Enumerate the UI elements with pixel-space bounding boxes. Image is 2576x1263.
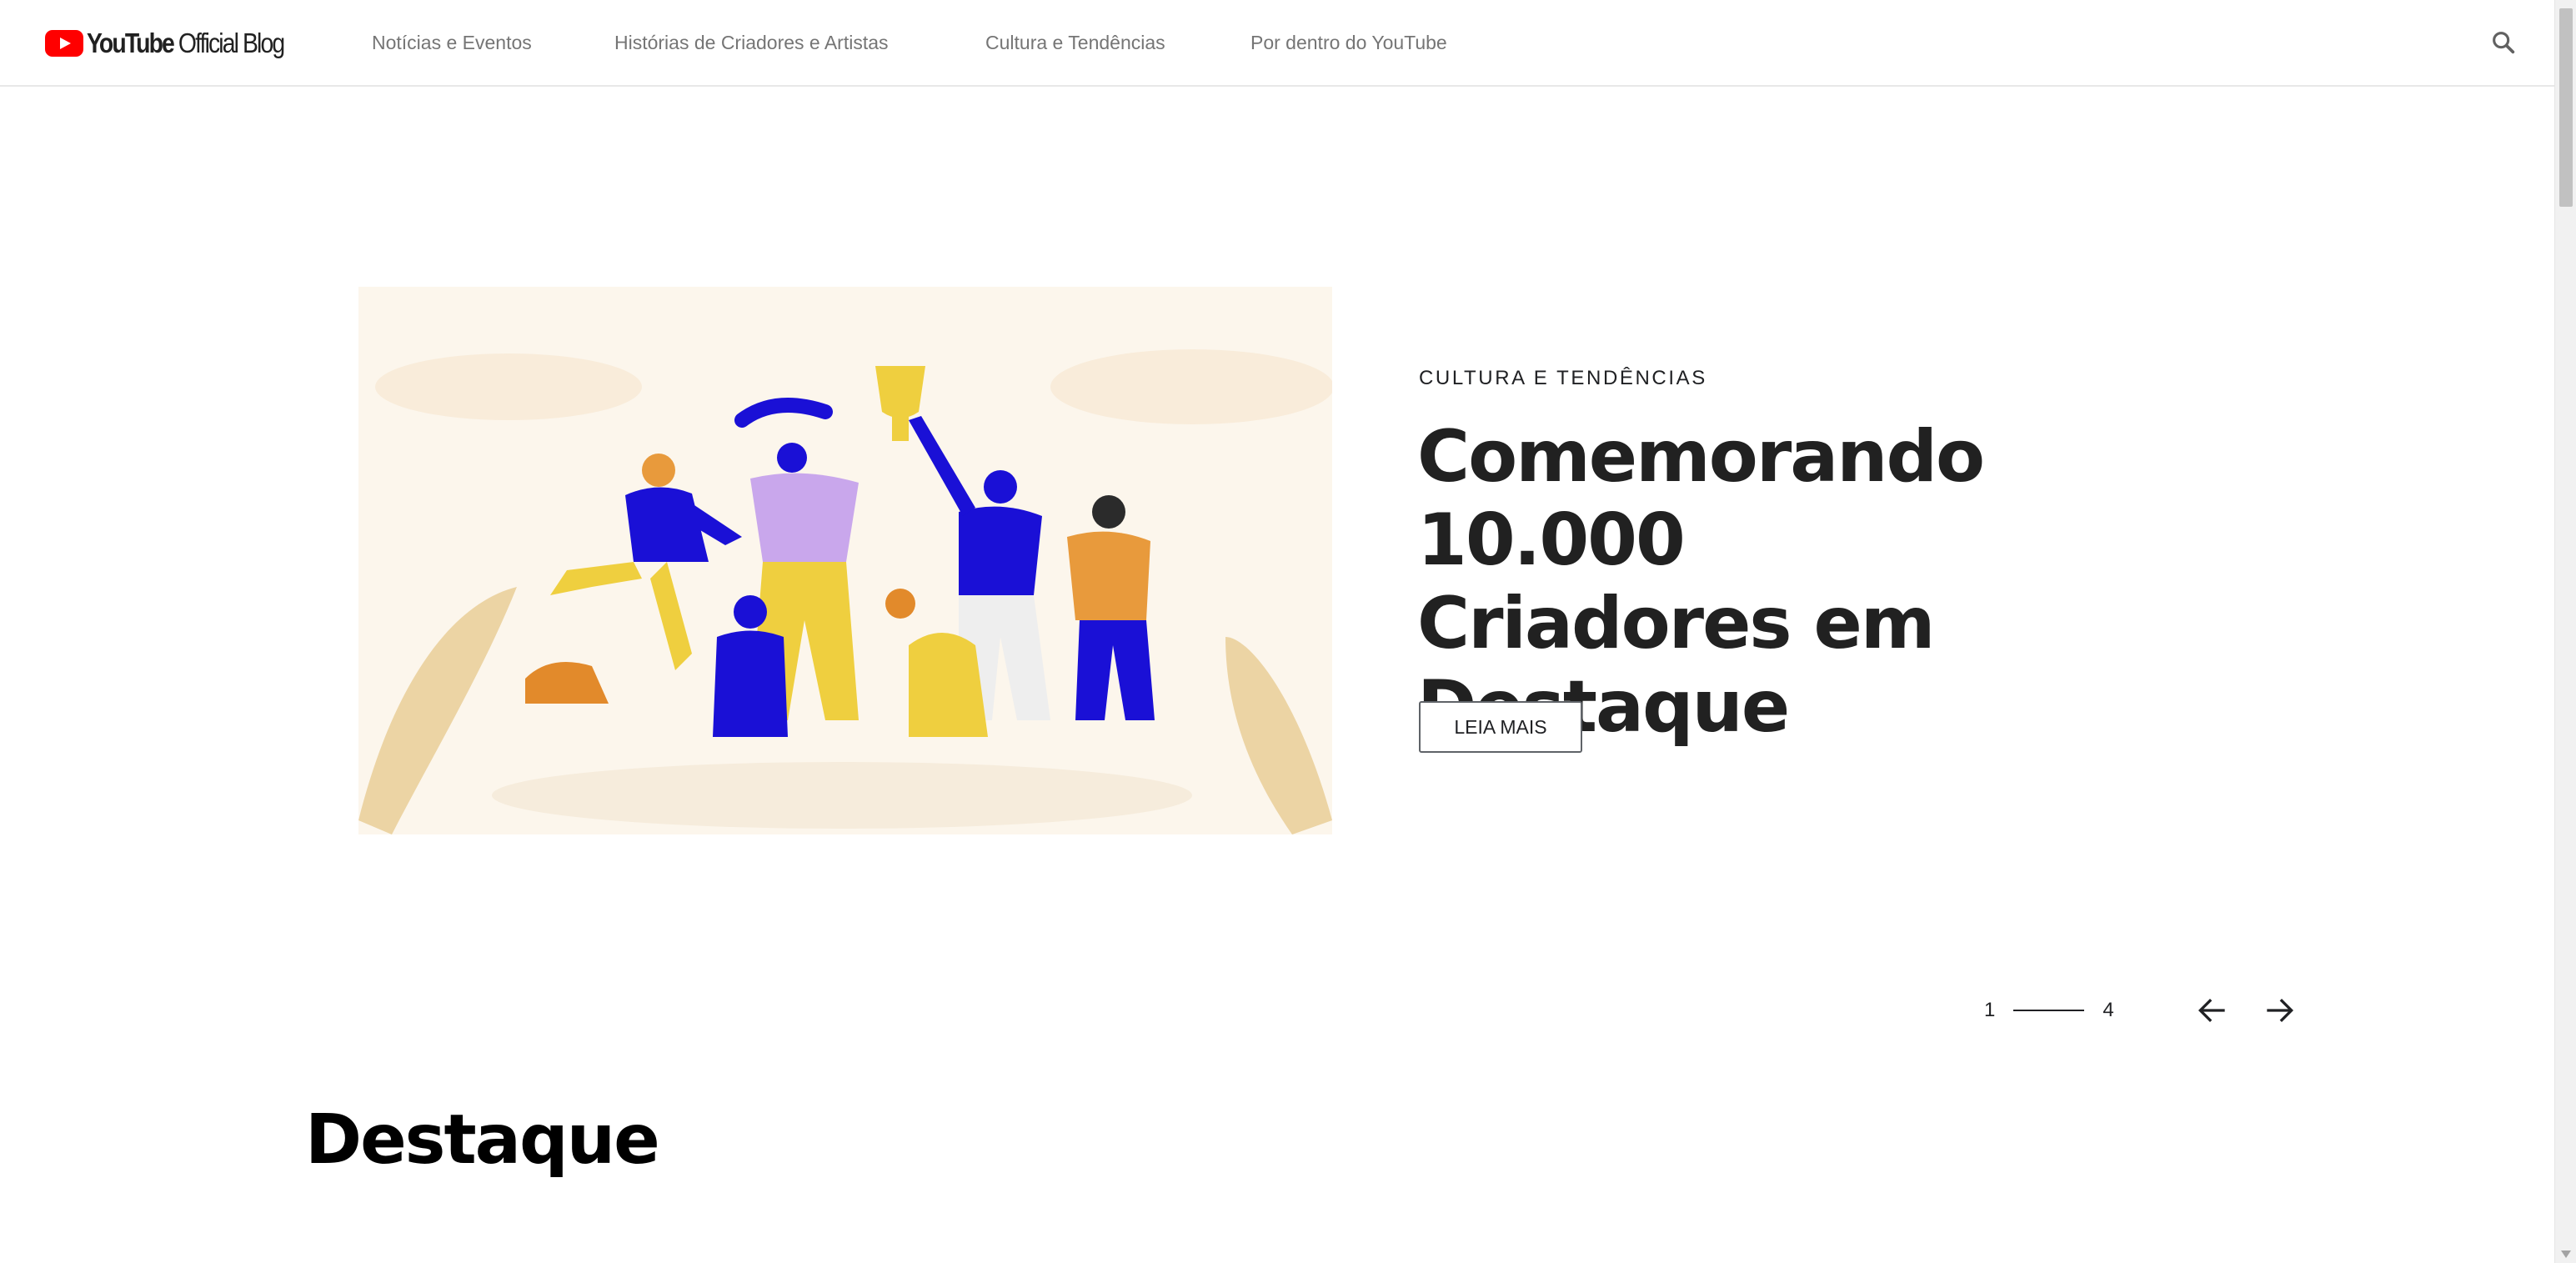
nav-item-cultura-tendencias[interactable]: Cultura e Tendências [985,28,1250,57]
arrow-right-icon [2267,998,2294,1023]
scrollbar-thumb[interactable] [2559,8,2573,207]
people-celebrating-illustration [358,287,1332,834]
nav-item-por-dentro[interactable]: Por dentro do YouTube [1250,28,1501,57]
pager-progress-line [2013,1010,2085,1011]
search-icon [2493,32,2515,54]
youtube-blog-logo[interactable]: YouTube Official Blog [45,25,316,62]
nav-item-noticias-eventos[interactable]: Notícias e Eventos [372,28,614,57]
youtube-play-icon [45,30,83,57]
scroll-down-icon[interactable] [2561,1250,2571,1258]
logo-wordmark: YouTube Official Blog [87,28,285,58]
search-button[interactable] [2489,28,2518,57]
page-scrollbar[interactable] [2554,0,2576,1263]
main-nav: Notícias e Eventos Histórias de Criadore… [372,28,1501,57]
section-title-destaque: Destaque [305,1100,660,1180]
pager-current: 1 [1984,999,1996,1021]
read-more-button[interactable]: LEIA MAIS [1419,701,1582,753]
arrow-left-icon [2198,998,2225,1023]
hero-category-label[interactable]: CULTURA E TENDÊNCIAS [1419,367,1707,390]
carousel-prev-button[interactable] [2194,992,2231,1029]
carousel-next-button[interactable] [2261,992,2298,1029]
site-header: YouTube Official Blog Notícias e Eventos… [0,0,2554,87]
hero-title[interactable]: Comemorando 10.000 Criadores em Destaque [1417,415,2051,749]
hero-illustration[interactable] [358,287,1332,834]
pager-total: 4 [2102,999,2114,1021]
carousel-pager: 1 4 [1984,994,2114,1027]
nav-item-historias-criadores[interactable]: Histórias de Criadores e Artistas [614,28,985,57]
